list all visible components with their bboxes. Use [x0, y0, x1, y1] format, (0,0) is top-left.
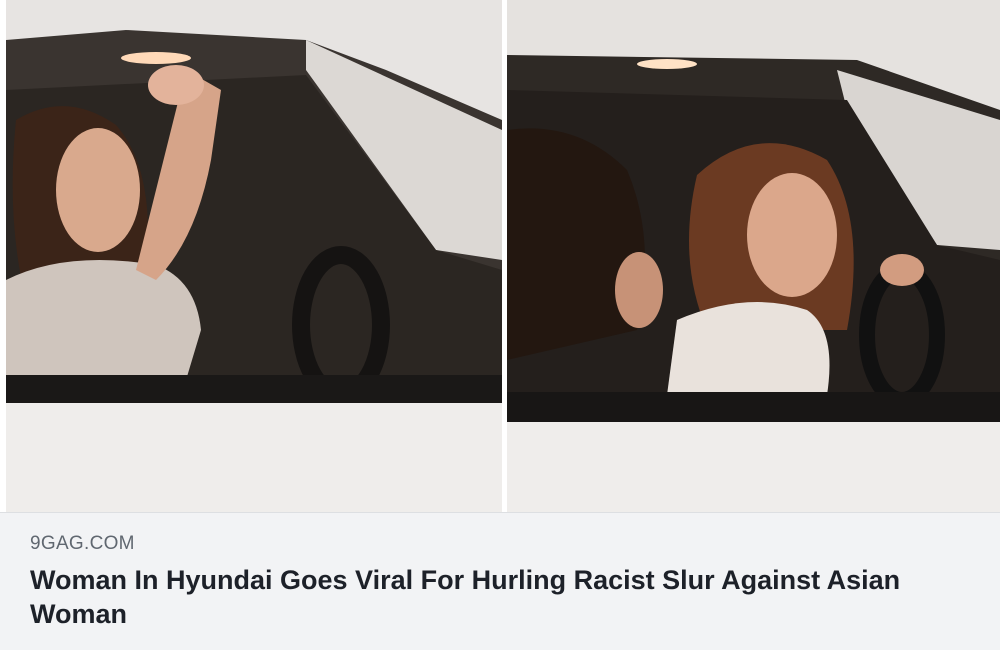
link-preview-card[interactable]: 9GAG.COM Woman In Hyundai Goes Viral For… — [0, 0, 1000, 650]
left-photo — [6, 0, 502, 512]
link-caption[interactable]: 9GAG.COM Woman In Hyundai Goes Viral For… — [0, 512, 1000, 650]
right-photo — [507, 0, 1000, 512]
preview-image-area[interactable] — [0, 0, 1000, 512]
link-domain: 9GAG.COM — [30, 533, 135, 554]
link-headline[interactable]: Woman In Hyundai Goes Viral For Hurling … — [30, 563, 970, 631]
